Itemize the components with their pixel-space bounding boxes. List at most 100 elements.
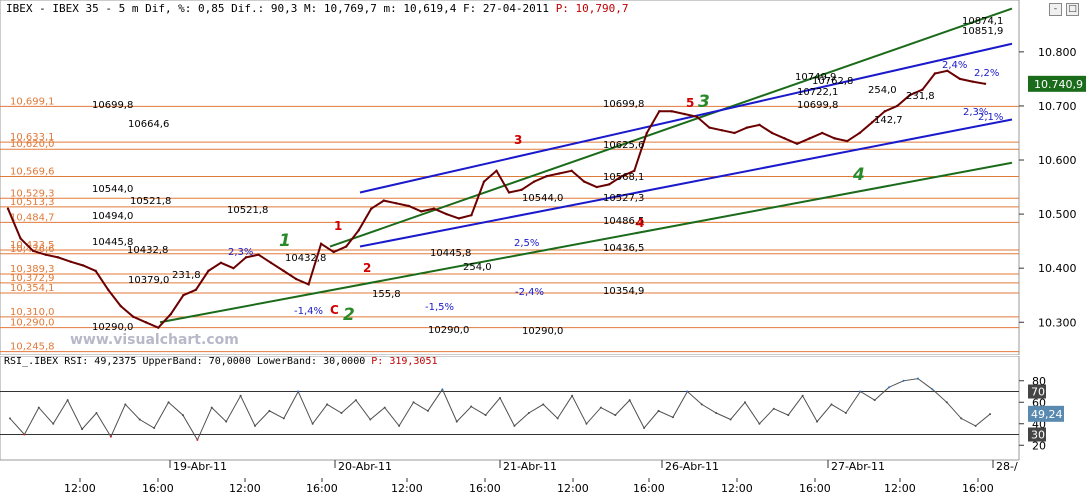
price-annotation-39: 2,4%: [942, 60, 967, 71]
price-point-51: [645, 131, 649, 135]
price-point-20: [257, 253, 260, 256]
rsi-point-45: [657, 409, 660, 412]
price-point-5: [69, 260, 72, 263]
rsi-point-29: [426, 409, 429, 412]
price-annotation-42: 2,1%: [978, 112, 1003, 123]
rsi-point-48: [700, 403, 703, 406]
rsi-point-44: [643, 427, 646, 430]
price-point-43: [545, 175, 548, 178]
price-point-42: [532, 180, 536, 183]
wave-label-5: C: [330, 303, 339, 317]
rsi-point-6: [95, 412, 98, 414]
price-point-76: [958, 77, 962, 81]
level-label-12: 10,310,0: [10, 307, 55, 318]
price-point-45: [570, 169, 573, 173]
price-chart[interactable]: 10,699,110,633,110,620,010,569,610,529,3…: [0, 0, 1089, 356]
minimize-button[interactable]: -: [1049, 3, 1062, 16]
rsi-info: RSI_.IBEX RSI: 49,2375 UpperBand: 70,000…: [4, 356, 366, 367]
price-point-66: [833, 137, 836, 140]
rsi-point-12: [181, 414, 184, 417]
rsi-header: RSI_.IBEX RSI: 49,2375 UpperBand: 70,000…: [4, 356, 438, 367]
rsi-point-47: [686, 390, 689, 393]
price-annotation-16: -1,4%: [294, 306, 323, 317]
price-point-6: [81, 264, 85, 267]
price-annotation-13: 10445,8: [430, 248, 471, 259]
rsi-point-30: [441, 388, 444, 391]
rsi-point-38: [556, 417, 559, 420]
price-point-25: [319, 242, 323, 246]
rsi-point-52: [758, 422, 761, 425]
price-point-38: [482, 180, 486, 183]
level-label-14: 10,245,8: [10, 342, 55, 353]
price-annotation-26: 10527,3: [603, 193, 644, 204]
rsi-point-64: [931, 388, 934, 391]
price-chart-panel[interactable]: 10,699,1 10,633,1 10,620,0 10,569,6 10,529,3…: [0, 0, 1089, 356]
price-point-78: [983, 82, 987, 85]
rsi-point-25: [369, 418, 372, 421]
rsi-point-22: [326, 403, 329, 406]
price-point-10: [132, 315, 135, 319]
price-point-32: [407, 204, 411, 208]
rsi-point-1: [23, 433, 26, 436]
maximize-button[interactable]: □: [1066, 3, 1079, 16]
rsi-point-59: [859, 390, 862, 393]
price-annotation-40: 2,2%: [974, 68, 999, 79]
price-point-44: [557, 172, 561, 175]
wave-label-0: 1: [334, 219, 342, 233]
price-point-67: [846, 139, 849, 143]
rsi-point-7: [109, 435, 112, 438]
price-point-68: [858, 131, 861, 135]
rsi-point-19: [282, 417, 285, 420]
price-annotation-9: 231,8: [172, 270, 201, 281]
price-point-15: [194, 288, 198, 292]
price-point-4: [56, 256, 60, 259]
price-point-1: [19, 237, 22, 240]
time-axis: 19-Abr-11 20-Abr-11 21-Abr-11 26-Abr-11 27-A…: [0, 459, 1089, 495]
hour-label-3: 16:00: [306, 482, 338, 495]
price-point-3: [44, 253, 47, 256]
day-label-4: 27-Abr-11: [831, 460, 885, 473]
level-label-3: 10,569,6: [10, 166, 55, 177]
rsi-point-66: [960, 417, 963, 420]
price-annotation-17: -1,5%: [425, 302, 454, 313]
price-point-0: [6, 207, 10, 210]
price-y-tick-3: 10.500: [1038, 208, 1077, 221]
wave-label-7: 2: [343, 305, 355, 325]
hour-label-6: 12:00: [557, 482, 589, 495]
price-annotation-21: -2,4%: [515, 287, 544, 298]
price-point-65: [820, 131, 824, 135]
day-label-3: 26-Abr-11: [665, 460, 719, 473]
price-point-16: [207, 269, 210, 273]
rsi-band-label-1: 30: [1031, 429, 1045, 442]
price-annotation-36: 142,7: [874, 115, 903, 126]
price-point-74: [933, 72, 937, 75]
rsi-point-53: [772, 407, 775, 410]
price-point-21: [269, 261, 273, 264]
rsi-point-40: [585, 422, 588, 425]
price-point-64: [808, 137, 811, 140]
day-label-5: 28-/: [996, 460, 1018, 473]
rsi-panel[interactable]: 80 60 40 20 70 30 49,24 RSI_.IBEX RSI: 49,2375…: [0, 355, 1089, 461]
rsi-background: [0, 356, 1089, 460]
wave-label-3: 4: [636, 216, 644, 230]
price-annotation-18: 10290,0: [428, 325, 469, 336]
rsi-point-60: [873, 399, 876, 402]
hour-label-1: 16:00: [142, 482, 174, 495]
rsi-point-5: [81, 428, 84, 431]
rsi-point-34: [499, 396, 501, 399]
hour-label-2: 12:00: [229, 482, 261, 495]
price-annotation-34: 254,0: [868, 85, 897, 96]
price-annotation-28: 10436,5: [603, 243, 644, 254]
price-point-37: [470, 213, 473, 217]
price-point-54: [683, 112, 686, 116]
rsi-last-label: 49,24: [1031, 408, 1063, 421]
rsi-point-43: [628, 399, 631, 402]
rsi-point-55: [801, 394, 804, 397]
rsi-point-10: [153, 427, 156, 430]
price-point-36: [457, 217, 461, 220]
price-annotation-19: 10544,0: [522, 193, 563, 204]
rsi-chart[interactable]: 80604020703049,24: [0, 355, 1089, 461]
price-point-40: [507, 191, 511, 194]
price-annotation-31: 10722,1: [797, 87, 838, 98]
price-point-57: [720, 129, 724, 132]
